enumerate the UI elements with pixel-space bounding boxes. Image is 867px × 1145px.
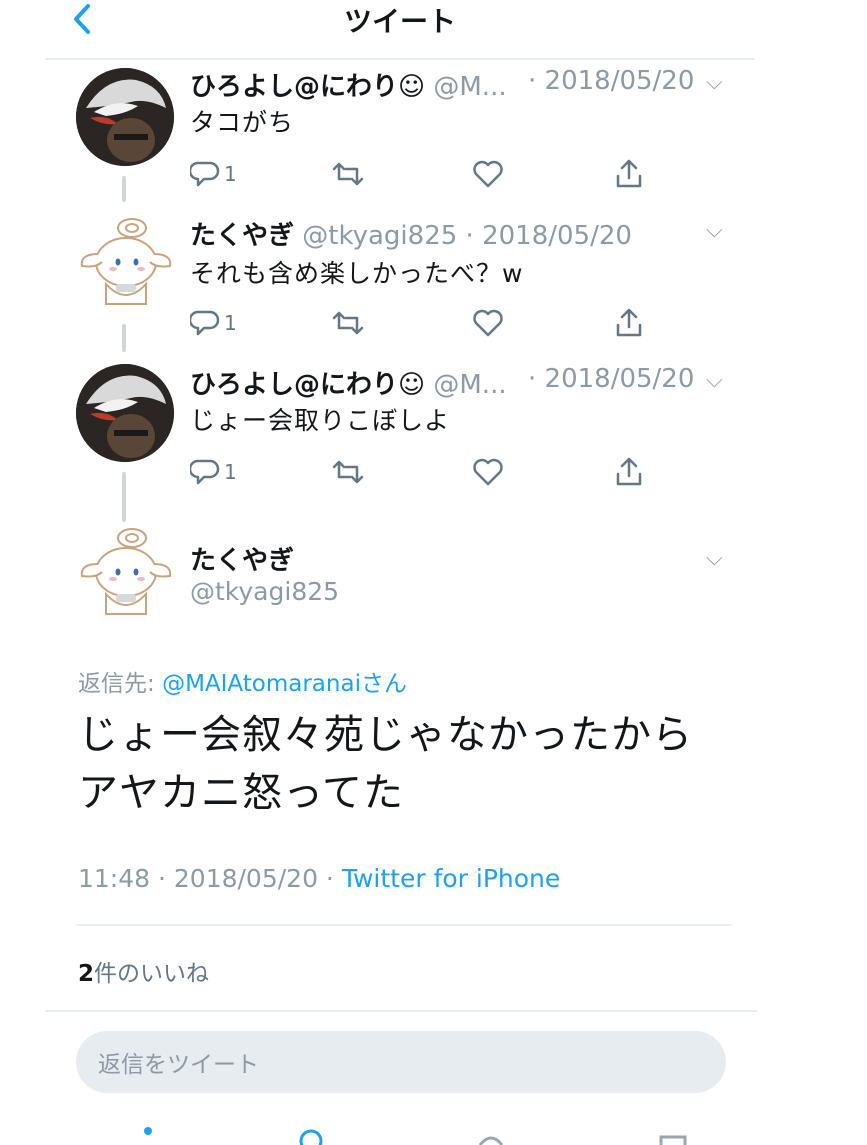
source-link[interactable]: Twitter for iPhone	[342, 864, 560, 893]
reply-button[interactable]: 1	[190, 157, 237, 191]
more-button[interactable]: ⌵	[706, 368, 723, 393]
main-tweet-line: じょー会叙々苑じゃなかったから	[78, 712, 693, 758]
reply-button[interactable]: 1	[190, 455, 237, 489]
tweet-meta: 11:48 · 2018/05/20 · Twitter for iPhone	[78, 864, 560, 893]
chevron-down-icon: ⌵	[706, 368, 723, 393]
divider	[45, 1010, 757, 1012]
main-tweet-text: じょー会叙々苑じゃなかったから アヤカニ怒ってた	[78, 706, 693, 822]
tweet-date: · 2018/05/20	[528, 66, 695, 96]
share-button[interactable]	[614, 157, 644, 191]
more-button[interactable]: ⌵	[706, 70, 723, 95]
reply-icon	[190, 161, 220, 187]
author-name[interactable]: ひろよし@にわり☺	[190, 370, 425, 400]
timestamp: 11:48 · 2018/05/20 ·	[78, 864, 342, 893]
author-name[interactable]: たくやぎ	[190, 540, 294, 577]
avatar-image	[80, 218, 172, 305]
tweet-header: たくやぎ @tkyagi825 · 2018/05/20	[190, 215, 632, 252]
retweet-icon	[332, 460, 364, 484]
retweet-icon	[332, 311, 364, 335]
share-icon	[616, 308, 642, 337]
share-button[interactable]	[614, 306, 644, 340]
reply-count: 1	[224, 162, 237, 186]
reply-count: 1	[224, 311, 237, 335]
heart-icon	[473, 309, 503, 337]
tweet-header: ひろよし@にわり☺ @M...	[190, 66, 507, 103]
author-handle: @M...	[433, 370, 507, 400]
retweet-icon	[332, 162, 364, 186]
likes-summary[interactable]: 2件のいいね	[78, 954, 209, 988]
chevron-down-icon: ⌵	[706, 218, 723, 243]
share-icon	[616, 159, 642, 188]
reply-icon	[190, 459, 220, 485]
likes-count: 2	[78, 961, 95, 987]
header-divider	[45, 58, 755, 60]
thread-connector	[122, 472, 126, 522]
tweet-date: · 2018/05/20	[528, 364, 695, 394]
avatar-hiroyoshi[interactable]	[76, 68, 174, 166]
like-button[interactable]	[472, 455, 504, 489]
home-tab-icon[interactable]	[130, 1125, 160, 1145]
author-name[interactable]: たくやぎ	[190, 221, 294, 251]
notifications-tab-icon[interactable]	[476, 1125, 506, 1145]
like-button[interactable]	[472, 306, 504, 340]
share-button[interactable]	[614, 455, 644, 489]
tweet-date: · 2018/05/20	[465, 221, 632, 251]
retweet-button[interactable]	[330, 157, 366, 191]
reply-to-line: 返信先: @MAIAtomaranaiさん	[78, 664, 407, 698]
retweet-button[interactable]	[330, 306, 366, 340]
reply-icon	[190, 310, 220, 336]
share-icon	[616, 457, 642, 486]
avatar-takuyagi[interactable]	[76, 214, 174, 312]
reply-button[interactable]: 1	[190, 306, 237, 340]
reply-to-mention[interactable]: @MAIAtomaranaiさん	[162, 671, 407, 697]
reply-placeholder: 返信をツイート	[98, 1052, 259, 1078]
likes-label: 件のいいね	[94, 961, 210, 987]
reply-count: 1	[224, 460, 237, 484]
tweet-text: じょー会取りこぼしよ	[190, 406, 451, 435]
avatar-image	[80, 528, 172, 615]
tweet-header: ひろよし@にわり☺ @M...	[190, 364, 507, 401]
page-title: ツイート	[343, 5, 456, 38]
tweet-text: それも含め楽しかったべ？w	[190, 259, 524, 288]
like-button[interactable]	[472, 157, 504, 191]
chevron-down-icon: ⌵	[706, 70, 723, 95]
more-button[interactable]: ⌵	[706, 546, 723, 571]
search-tab-icon[interactable]	[296, 1125, 326, 1145]
main-tweet-line: アヤカニ怒ってた	[78, 770, 404, 816]
thread-connector	[122, 324, 126, 352]
reply-input[interactable]: 返信をツイート	[76, 1031, 726, 1093]
heart-icon	[473, 458, 503, 486]
retweet-button[interactable]	[330, 455, 366, 489]
more-button[interactable]: ⌵	[706, 218, 723, 243]
messages-tab-icon[interactable]	[658, 1125, 688, 1145]
chevron-down-icon: ⌵	[706, 546, 723, 571]
avatar-image	[76, 68, 174, 166]
author-handle: @tkyagi825	[302, 221, 458, 251]
author-handle: @tkyagi825	[190, 577, 340, 606]
avatar-takuyagi[interactable]	[76, 524, 174, 622]
tweet-text: タコがち	[190, 108, 295, 137]
divider	[76, 924, 732, 926]
heart-icon	[473, 160, 503, 188]
author-handle: @M...	[433, 72, 507, 102]
avatar-hiroyoshi[interactable]	[76, 364, 174, 462]
avatar-image	[76, 364, 174, 462]
author-name[interactable]: ひろよし@にわり☺	[190, 72, 425, 102]
reply-to-label: 返信先:	[78, 671, 163, 697]
thread-connector	[122, 176, 126, 202]
